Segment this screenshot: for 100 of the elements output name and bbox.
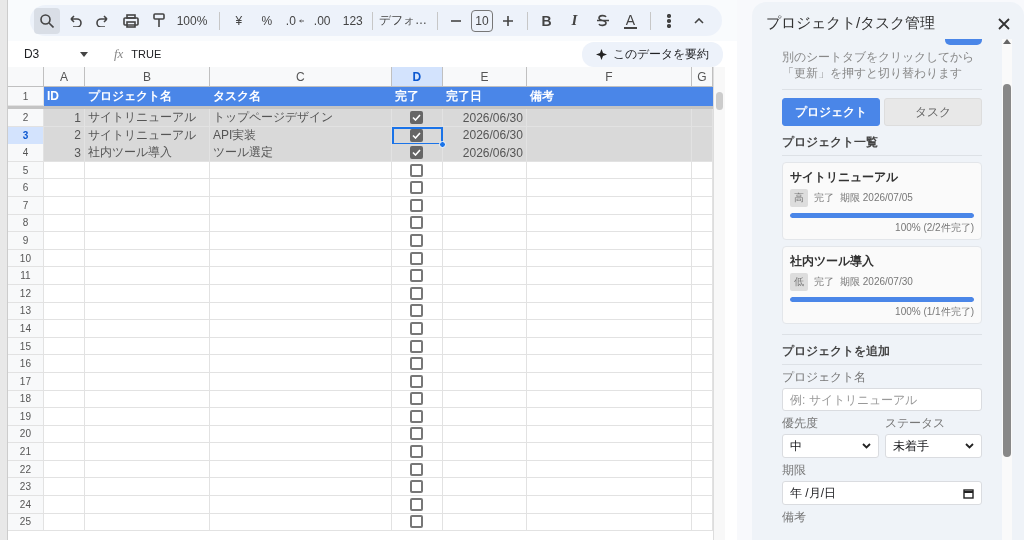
checkbox[interactable] (410, 286, 424, 300)
checkbox[interactable] (410, 339, 424, 353)
close-icon[interactable] (998, 17, 1010, 30)
header-cell: プロジェクト名 (84, 87, 210, 106)
panel-title: プロジェクト/タスク管理 (766, 14, 936, 33)
column-header[interactable]: G (691, 67, 713, 87)
checkbox[interactable] (410, 181, 424, 195)
font-dropdown[interactable]: デフォ… (378, 7, 431, 34)
arrow-left-icon (298, 17, 304, 24)
select-field[interactable]: 中 (782, 434, 879, 458)
table-cell: サイトリニューアル (84, 109, 210, 127)
font-size-field[interactable]: 10 (471, 9, 493, 32)
search-icon (39, 13, 54, 28)
table-cell (43, 179, 85, 197)
percent-button[interactable]: % (253, 7, 280, 34)
scrollbar[interactable] (1002, 39, 1012, 540)
bold-button[interactable]: B (533, 7, 560, 34)
name-box[interactable]: D3 (15, 47, 96, 61)
table-cell (691, 179, 713, 197)
project-card[interactable]: 社内ツール導入 低 完了 期限 2026/07/30 100% (1/1件完了) (782, 246, 982, 324)
project-name: 社内ツール導入 (790, 253, 875, 270)
zoom-dropdown[interactable]: 100% (173, 7, 214, 34)
checkbox[interactable] (410, 374, 424, 388)
table-cell (691, 161, 713, 180)
row-header[interactable]: 11 (7, 267, 44, 285)
row-header[interactable]: 23 (7, 478, 44, 497)
checkbox[interactable] (410, 515, 424, 529)
column-header[interactable]: E (442, 67, 527, 87)
table-cell (691, 109, 713, 127)
date-field[interactable]: 年 /月/日 (782, 481, 982, 505)
calendar-icon (963, 487, 974, 499)
table-cell (43, 513, 85, 532)
table-cell (691, 372, 713, 391)
chevron-down-icon (965, 443, 974, 449)
checkbox[interactable] (410, 251, 424, 265)
row-header[interactable]: 16 (7, 355, 44, 373)
chevron-up-icon (694, 17, 705, 24)
table-cell (691, 144, 713, 163)
row-header[interactable]: 9 (7, 232, 44, 250)
field-label: ステータス (885, 415, 946, 432)
table-cell (691, 355, 713, 373)
button[interactable] (945, 39, 982, 45)
row-header[interactable]: 19 (7, 408, 44, 426)
row-header[interactable]: 2 (7, 109, 44, 127)
italic-button[interactable]: I (561, 7, 588, 34)
number-format-button[interactable]: 123 (339, 7, 366, 34)
checkbox[interactable] (410, 111, 424, 124)
checkbox[interactable] (410, 321, 424, 335)
checkbox[interactable] (410, 392, 424, 406)
select-field[interactable]: 未着手 (885, 434, 982, 458)
search-button[interactable] (33, 7, 60, 34)
checkbox[interactable] (410, 497, 424, 511)
project-name: サイトリニューアル (790, 169, 899, 186)
checkbox[interactable] (410, 462, 424, 476)
table-cell (691, 496, 713, 514)
input-field[interactable]: 例: サイトリニューアル (782, 388, 982, 411)
checkbox[interactable] (410, 146, 424, 160)
decrease-decimals-button[interactable]: .0 (281, 7, 308, 34)
tab[interactable]: タスク (884, 98, 982, 126)
table-cell (691, 425, 713, 444)
row-header[interactable]: 1 (7, 87, 44, 106)
increase-decimals-button[interactable]: .00 (309, 7, 338, 34)
row-header[interactable]: 4 (7, 144, 44, 163)
table-cell (691, 232, 713, 250)
checkbox[interactable] (410, 357, 424, 371)
checkbox[interactable] (410, 427, 424, 441)
header-cell: ID (43, 87, 85, 106)
column-header[interactable]: D (391, 67, 443, 87)
checkbox[interactable] (410, 216, 424, 230)
checkbox[interactable] (410, 128, 424, 142)
header-cell: 備考 (526, 87, 692, 106)
printer-icon (122, 13, 139, 28)
column-header[interactable]: B (84, 67, 210, 87)
checkbox[interactable] (410, 198, 424, 212)
hint-text: 別のシートタブをクリックしてから「更新」を押すと切り替わります (782, 49, 982, 90)
column-header[interactable]: F (526, 67, 692, 87)
table-cell (43, 355, 85, 373)
formula-text: TRUE (131, 48, 162, 60)
table-cell (691, 196, 713, 215)
checkbox[interactable] (410, 445, 424, 459)
table-cell: 2026/06/30 (442, 109, 527, 127)
checkbox[interactable] (410, 163, 424, 177)
currency-button[interactable]: ¥ (225, 7, 252, 34)
row-header[interactable]: 21 (7, 443, 44, 461)
column-header[interactable]: A (43, 67, 85, 87)
row-header[interactable]: 6 (7, 179, 44, 197)
row-header[interactable]: 24 (7, 496, 44, 514)
text-color-button[interactable]: A (617, 7, 644, 34)
checkbox[interactable] (410, 304, 424, 318)
checkbox[interactable] (410, 480, 424, 494)
checkbox[interactable] (410, 269, 424, 283)
checkbox[interactable] (410, 409, 424, 423)
row-header[interactable]: 14 (7, 320, 44, 338)
checkbox[interactable] (410, 233, 424, 247)
summarize-button[interactable]: このデータを要約 (582, 41, 724, 67)
table-cell (691, 390, 713, 409)
column-header[interactable]: C (209, 67, 392, 87)
tab[interactable]: プロジェクト (782, 98, 880, 126)
project-card[interactable]: サイトリニューアル 高 完了 期限 2026/07/05 100% (2/2件完了) (782, 162, 982, 240)
table-cell (691, 249, 713, 268)
